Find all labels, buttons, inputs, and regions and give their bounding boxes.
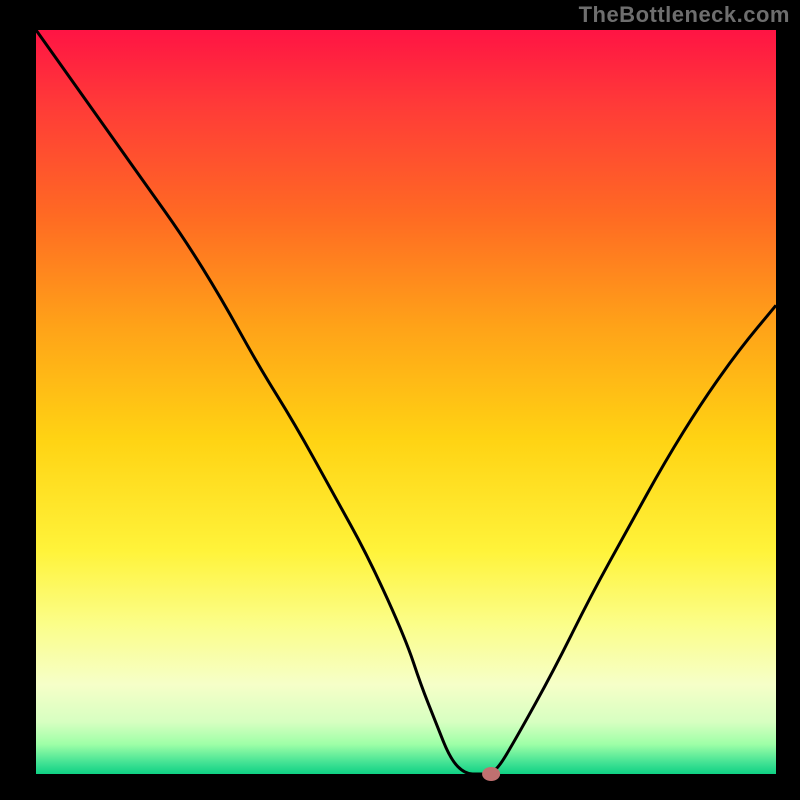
plot-background — [36, 30, 776, 774]
watermark-text: TheBottleneck.com — [579, 2, 790, 28]
chart-svg — [0, 0, 800, 800]
optimal-point-marker — [482, 767, 500, 781]
bottleneck-chart: TheBottleneck.com — [0, 0, 800, 800]
